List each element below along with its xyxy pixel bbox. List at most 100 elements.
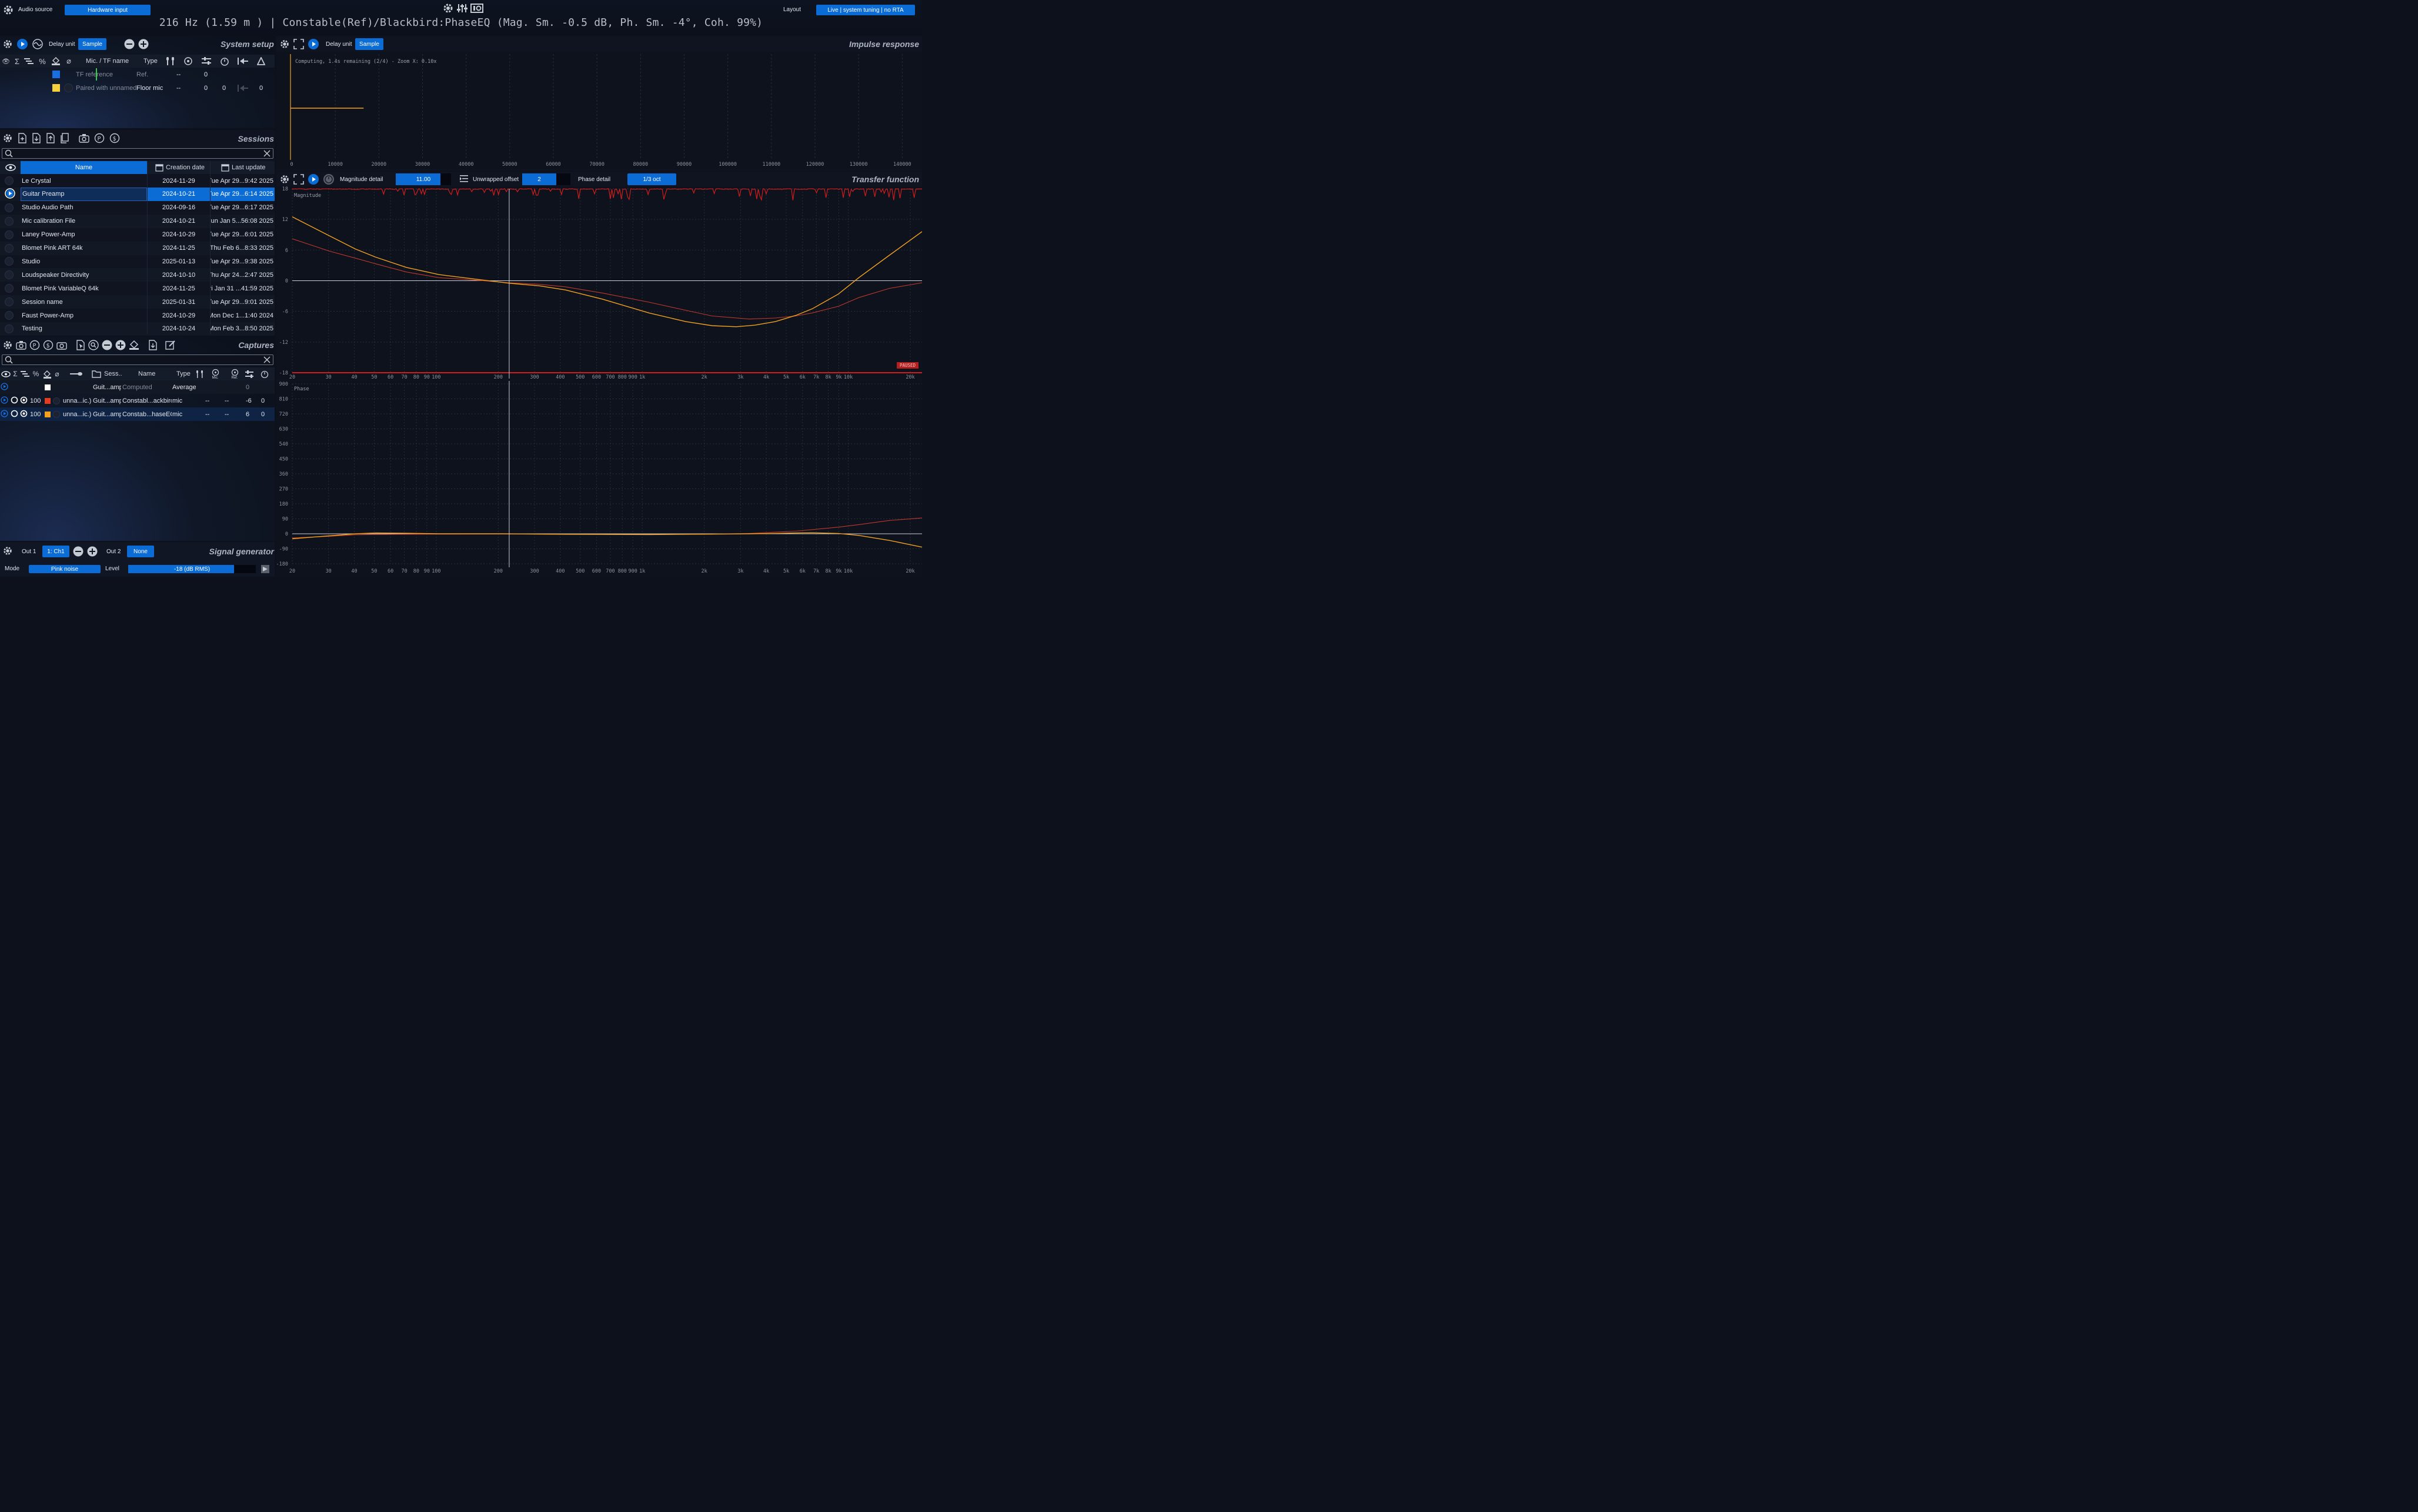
- dollar-coin-icon[interactable]: $: [43, 340, 54, 350]
- session-row[interactable]: Studio Audio Path 2024-09-16 Tue Apr 29...…: [0, 201, 275, 215]
- col-header-type[interactable]: Type: [143, 55, 161, 68]
- color-swatch[interactable]: [52, 71, 60, 78]
- phase-detail-dropdown[interactable]: 1/3 oct: [627, 173, 676, 185]
- tf-offset-value[interactable]: 0: [204, 81, 216, 95]
- session-row[interactable]: Testing 2024-10-24 Mon Feb 3...8:50 2025: [0, 322, 275, 336]
- camera-icon[interactable]: [79, 133, 89, 143]
- remove-minus-icon[interactable]: [102, 340, 112, 350]
- capture-delay[interactable]: 0: [261, 407, 269, 421]
- layout-dropdown[interactable]: Live | system tuning | no RTA: [816, 5, 915, 15]
- session-row[interactable]: Loudspeaker Directivity 2024-10-10 Thu Apr…: [0, 268, 275, 282]
- session-load-toggle[interactable]: [5, 297, 14, 306]
- mode-dropdown[interactable]: Pink noise: [29, 565, 101, 573]
- clock-icon[interactable]: [323, 173, 335, 185]
- document-pointer-icon[interactable]: [76, 340, 85, 350]
- visibility-eye-icon[interactable]: [5, 161, 16, 174]
- col-header-ref[interactable]: Ref.: [227, 367, 242, 380]
- session-row[interactable]: Blomet Pink ART 64k 2024-11-25 Thu Feb 6..…: [0, 242, 275, 255]
- col-header-creation-date[interactable]: Creation date: [155, 161, 209, 174]
- session-load-toggle[interactable]: [5, 203, 14, 212]
- add-plus-icon[interactable]: [138, 39, 149, 49]
- align-start-icon[interactable]: [237, 81, 250, 95]
- session-load-toggle[interactable]: [5, 217, 14, 226]
- tf-offset-value[interactable]: 0: [204, 68, 216, 81]
- capture-play-icon[interactable]: [1, 396, 8, 406]
- capture-percent[interactable]: 100: [30, 407, 43, 421]
- system-setup-row-0[interactable]: TF reference Ref. -- 0: [0, 68, 275, 81]
- col-header-mic-tf-name[interactable]: Mic. / TF name: [86, 55, 133, 68]
- capture-percent[interactable]: [30, 380, 43, 394]
- capture-play-icon[interactable]: [1, 383, 8, 392]
- download-file-icon[interactable]: [148, 340, 158, 350]
- session-row[interactable]: Le Crystal 2024-11-29 Tue Apr 29...9:42 20…: [0, 174, 275, 188]
- paint-bucket-icon[interactable]: [129, 340, 139, 350]
- camera-icon[interactable]: [16, 340, 26, 350]
- zoom-search-icon[interactable]: [88, 340, 99, 350]
- session-row[interactable]: Laney Power-Amp 2024-10-29 Tue Apr 29...6:…: [0, 228, 275, 242]
- session-row[interactable]: Faust Power-Amp 2024-10-29 Mon Dec 1...1:4…: [0, 309, 275, 322]
- transfer-gear-icon[interactable]: [279, 174, 290, 185]
- out2-dropdown[interactable]: None: [127, 546, 154, 557]
- capture-delay[interactable]: [261, 380, 269, 394]
- capture-offset[interactable]: -6: [246, 394, 254, 407]
- live-play-icon[interactable]: [16, 38, 28, 50]
- capture-color-swatch[interactable]: [45, 398, 51, 404]
- impulse-response-plot[interactable]: 0 10000 20000 30000 40000 50000 60000 70000 8000…: [276, 52, 922, 169]
- solo-ring-icon[interactable]: [11, 396, 18, 406]
- sum-icon[interactable]: Σ: [13, 55, 21, 68]
- visibility-eye-icon[interactable]: [1, 367, 11, 380]
- system-setup-row-1[interactable]: Paired with unnamed Floor mic -- 0 0 0: [0, 81, 275, 95]
- capture-offset[interactable]: 6: [246, 407, 254, 421]
- captures-gear-icon[interactable]: [2, 340, 13, 350]
- capture-offset[interactable]: 0: [246, 380, 254, 394]
- copy-session-icon[interactable]: [60, 133, 69, 143]
- remove-minus-icon[interactable]: [124, 39, 135, 49]
- tf-delay-value[interactable]: 0: [222, 81, 234, 95]
- io-panel-icon[interactable]: [470, 2, 483, 14]
- magnitude-plot[interactable]: 181260-6-12-1820 30 40 50 60 70 80 90 100 200 300 4…: [276, 186, 922, 380]
- session-load-toggle[interactable]: [5, 311, 14, 320]
- clear-search-icon[interactable]: [263, 356, 271, 364]
- settings-gear-icon[interactable]: [2, 4, 14, 16]
- p-coin-icon[interactable]: P: [94, 133, 105, 143]
- session-load-toggle[interactable]: [5, 284, 14, 293]
- session-load-toggle[interactable]: [5, 230, 14, 239]
- capture-delay[interactable]: 0: [261, 394, 269, 407]
- magnitude-detail-slider[interactable]: 11.00: [396, 173, 451, 185]
- session-load-toggle[interactable]: [5, 325, 14, 333]
- audio-source-dropdown[interactable]: Hardware input: [65, 5, 151, 15]
- sessions-search-input[interactable]: [2, 148, 273, 159]
- impulse-gear-icon[interactable]: [279, 39, 290, 49]
- waveform-icon[interactable]: [32, 38, 44, 50]
- capture-percent[interactable]: 100: [30, 394, 43, 407]
- camera-settings-icon[interactable]: [56, 340, 68, 350]
- target-ring-icon[interactable]: [20, 410, 28, 419]
- session-row[interactable]: Studio 2025-01-13 Tue Apr 29...9:38 2025: [0, 255, 275, 268]
- session-load-toggle[interactable]: [5, 270, 14, 279]
- fullscreen-icon[interactable]: [293, 39, 304, 49]
- captures-search-input[interactable]: [2, 354, 273, 365]
- col-header-last-update[interactable]: Last update: [221, 161, 274, 174]
- target-ring-icon[interactable]: [20, 396, 28, 406]
- capture-play-icon[interactable]: [1, 410, 8, 419]
- session-row[interactable]: Mic calibration File 2024-10-21 Sun Jan 5.…: [0, 215, 275, 228]
- signal-generator-gear-icon[interactable]: [2, 546, 13, 556]
- sessions-gear-icon[interactable]: [2, 133, 13, 143]
- col-header-session[interactable]: Sess...: [104, 367, 122, 380]
- live-play-icon[interactable]: [308, 173, 319, 185]
- add-plus-icon[interactable]: [87, 546, 98, 557]
- unwrapped-offset-slider[interactable]: 2: [522, 173, 570, 185]
- impulse-delay-unit-dropdown[interactable]: Sample: [355, 38, 383, 50]
- col-header-mic[interactable]: Mic.: [208, 367, 223, 380]
- session-load-toggle[interactable]: [5, 257, 14, 266]
- fullscreen-icon[interactable]: [293, 174, 304, 185]
- pair-toggle[interactable]: [64, 83, 73, 92]
- capture-row[interactable]: 100 unna...ic.) Guit...amp Constab...haseEQ…: [0, 407, 275, 421]
- visibility-eye-icon[interactable]: 👁: [1, 55, 11, 68]
- system-setup-gear-icon[interactable]: [2, 39, 13, 49]
- session-active-play-icon[interactable]: [5, 188, 15, 200]
- sum-icon[interactable]: Σ: [12, 367, 18, 380]
- export-session-icon[interactable]: [46, 133, 55, 143]
- capture-color-swatch[interactable]: [45, 412, 51, 417]
- phase-plot[interactable]: 900810720630540450360270180900-90-18020 3…: [276, 381, 922, 577]
